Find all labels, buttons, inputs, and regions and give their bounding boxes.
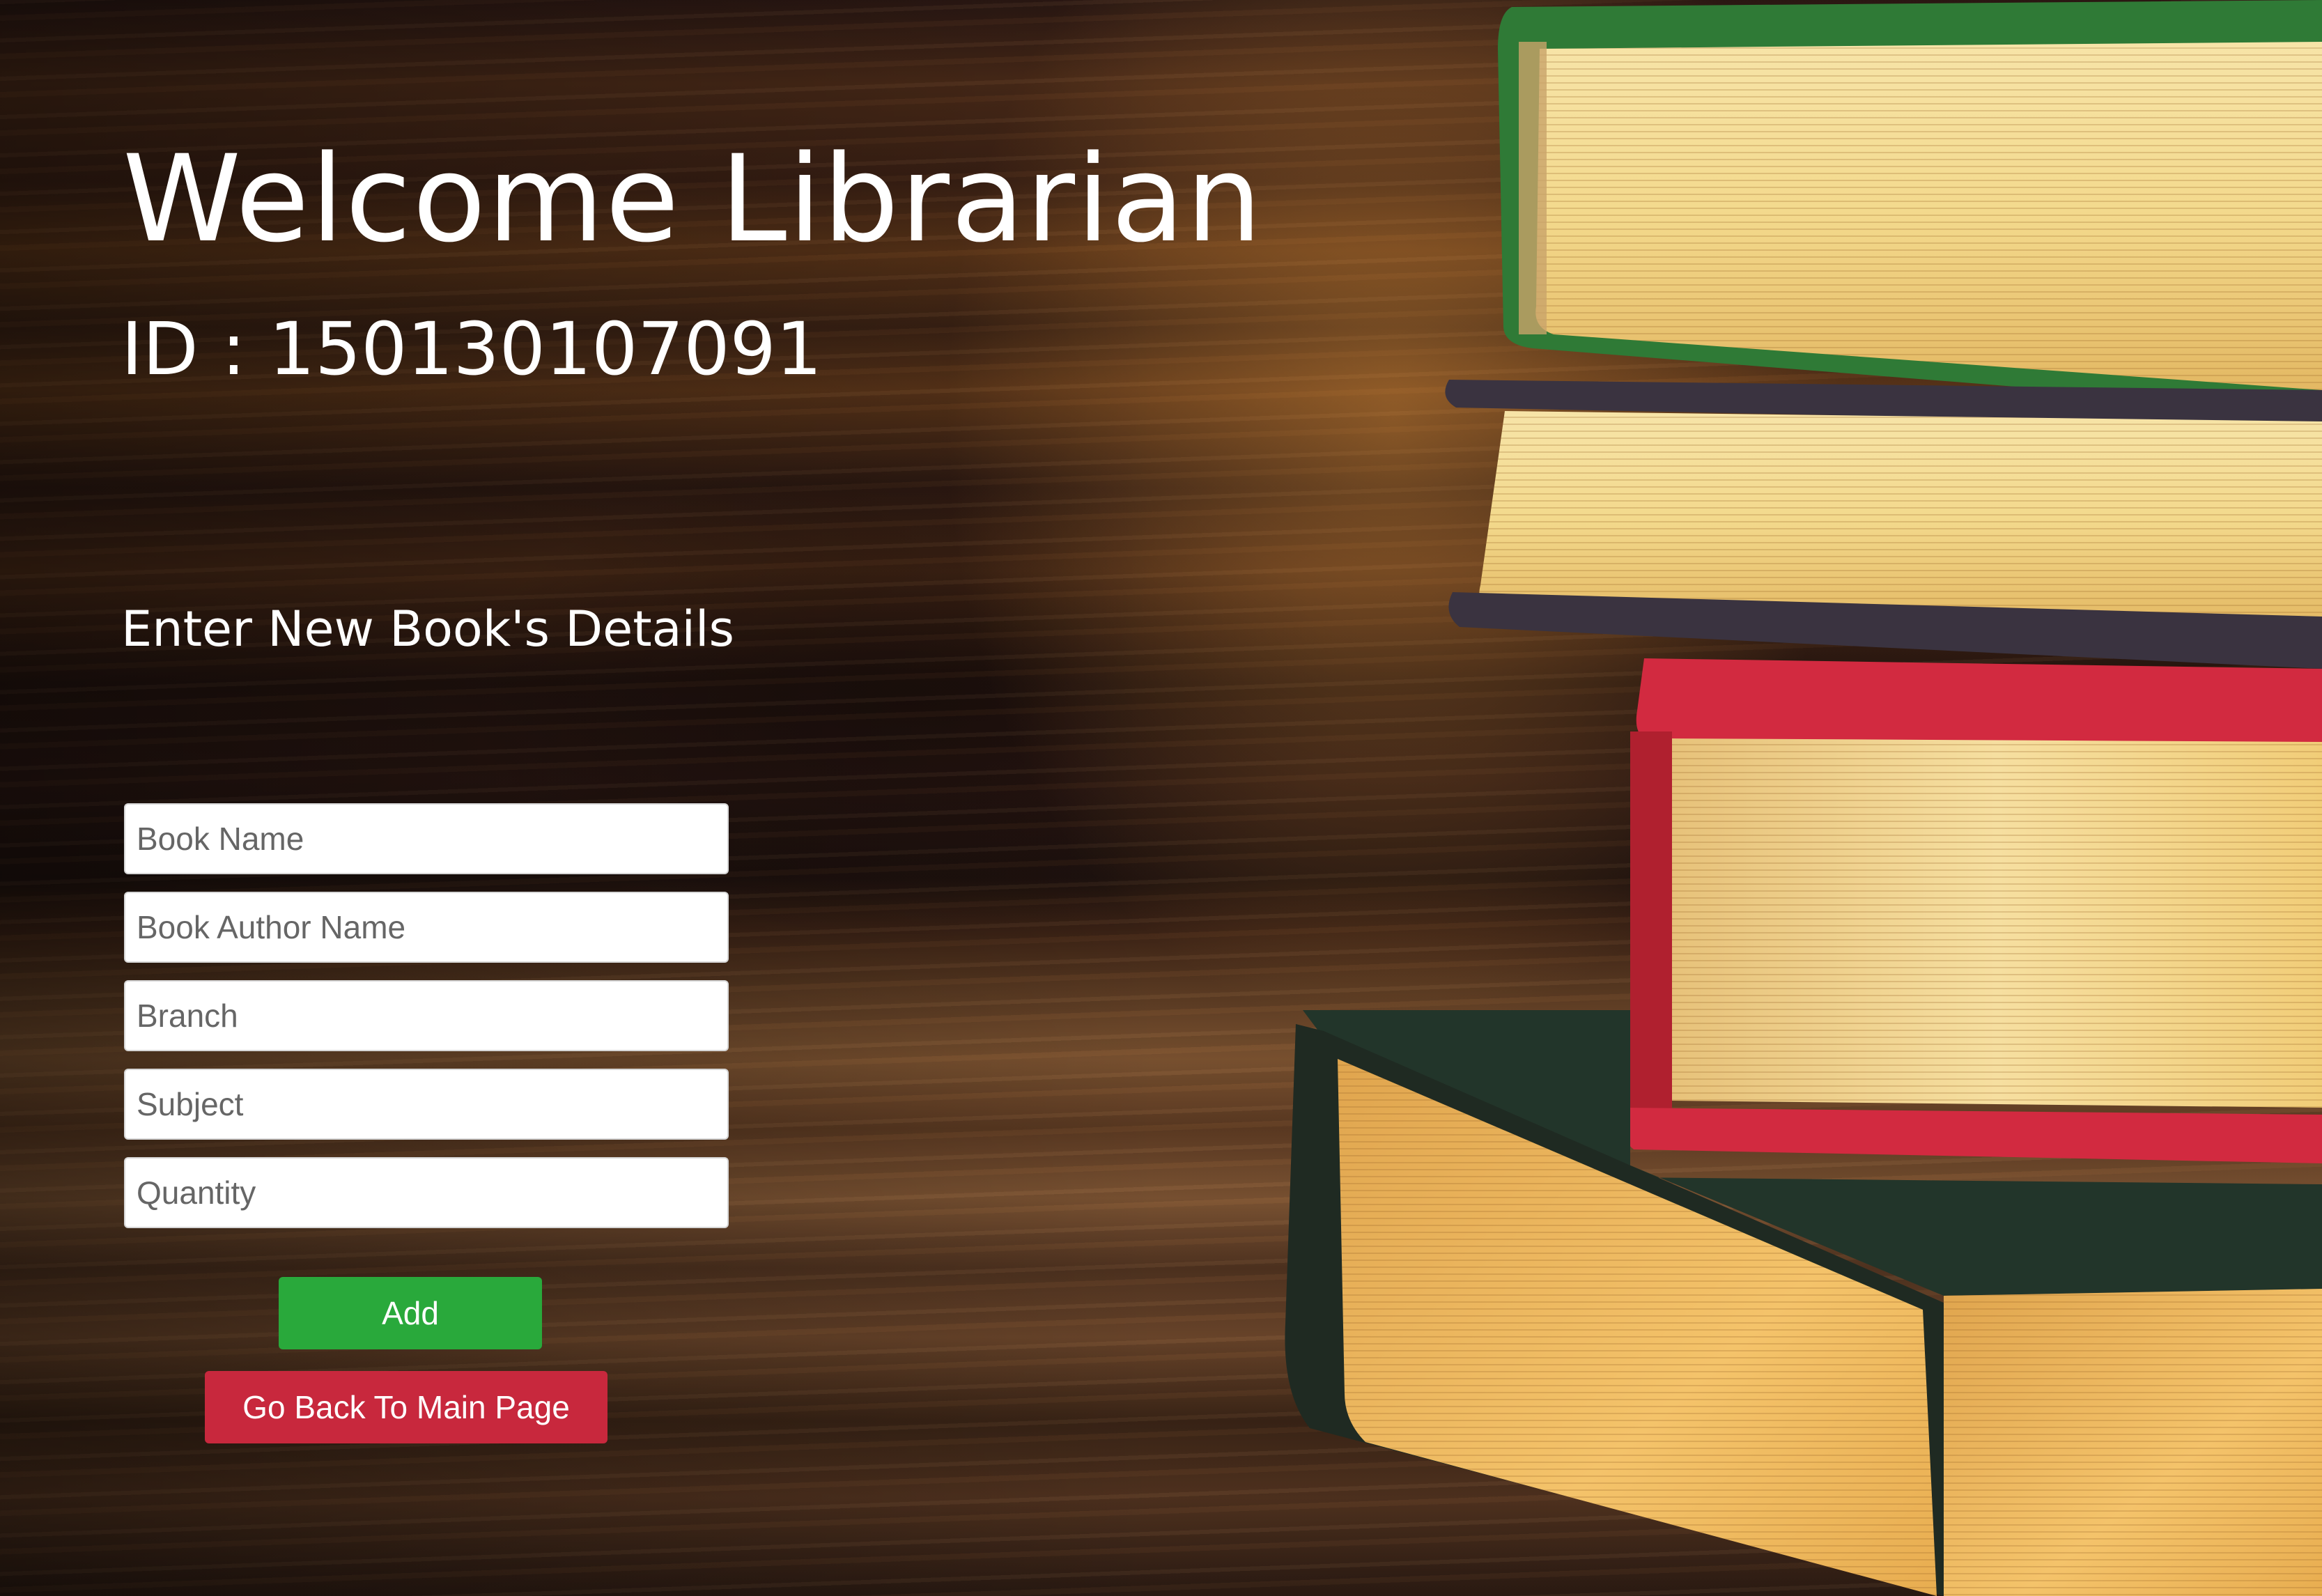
form-section-title: Enter New Book's Details [121,601,734,658]
subject-input[interactable] [124,1069,729,1140]
page-title: Welcome Librarian [123,129,1264,269]
add-button[interactable]: Add [279,1277,542,1349]
back-to-main-button[interactable]: Go Back To Main Page [205,1371,607,1443]
add-book-form [124,803,729,1246]
quantity-input[interactable] [124,1157,729,1228]
branch-input[interactable] [124,980,729,1051]
page-content: Welcome Librarian ID : 150130107091 Ente… [0,0,2322,1596]
book-name-input[interactable] [124,803,729,874]
book-author-input[interactable] [124,892,729,963]
librarian-id: ID : 150130107091 [121,307,822,392]
